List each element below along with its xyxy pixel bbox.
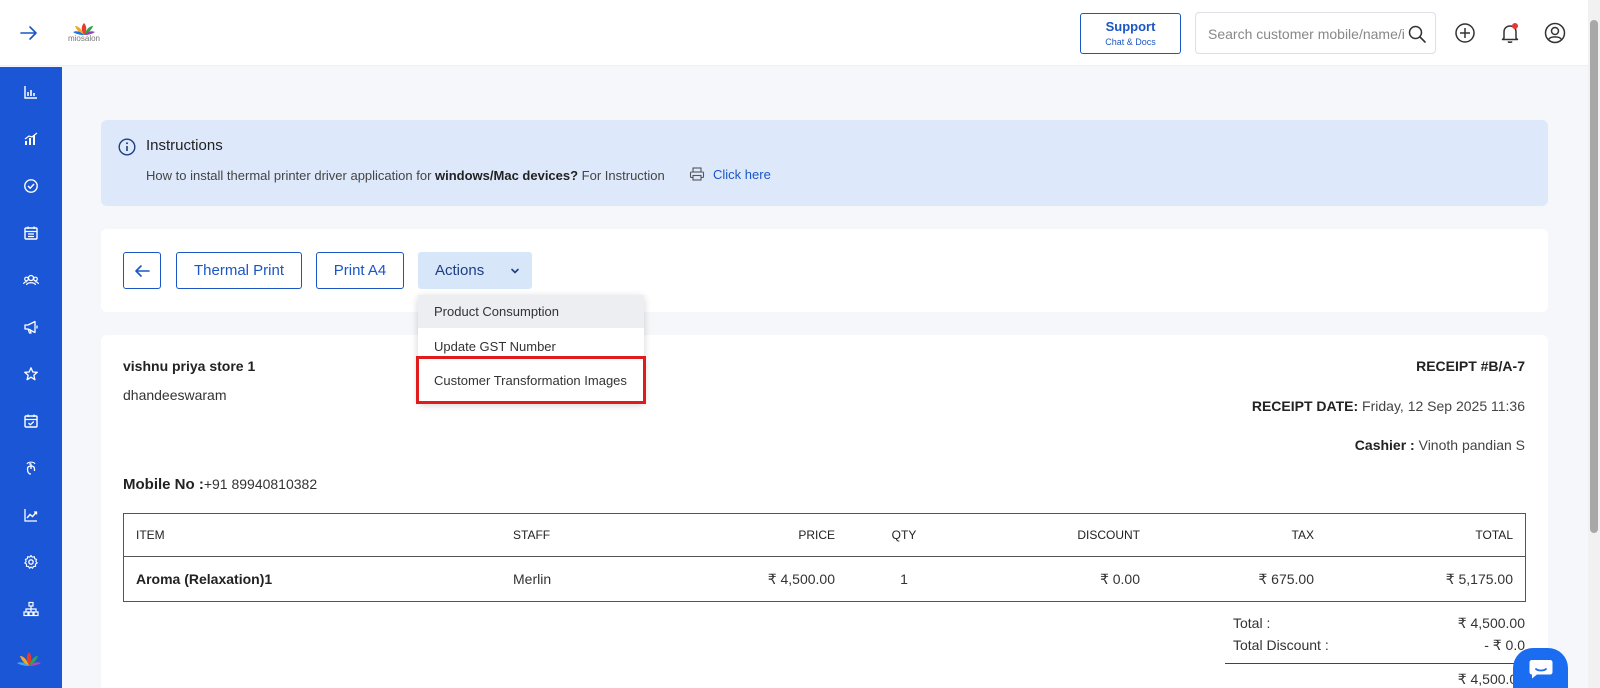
menu-item-customer-transformation-images[interactable]: Customer Transformation Images <box>418 364 644 397</box>
banner-text: How to install thermal printer driver ap… <box>146 168 665 183</box>
receipt-items-table: ITEM STAFF PRICE QTY DISCOUNT TAX TOTAL … <box>123 513 1526 602</box>
megaphone-icon[interactable] <box>19 315 43 339</box>
table-row: Aroma (Relaxation)1 Merlin ₹ 4,500.00 1 … <box>124 557 1525 601</box>
total-row: Total : ₹ 4,500.00 <box>1225 615 1525 637</box>
row-total: ₹ 5,175.00 <box>1445 570 1513 587</box>
customer-search <box>1195 12 1436 54</box>
org-chart-icon[interactable] <box>19 597 43 621</box>
star-icon[interactable] <box>19 362 43 386</box>
col-price: PRICE <box>798 528 835 542</box>
scrollbar-thumb[interactable] <box>1590 20 1598 533</box>
add-circle-icon[interactable] <box>1453 21 1477 45</box>
settings-icon[interactable] <box>19 550 43 574</box>
col-tax: TAX <box>1291 528 1314 542</box>
mobile-value: +91 89940810382 <box>203 476 318 492</box>
bar-chart-icon[interactable] <box>19 80 43 104</box>
row-qty: 1 <box>900 571 908 587</box>
receipt-number: RECEIPT #B/A-7 <box>1416 358 1525 374</box>
actions-label: Actions <box>435 262 485 279</box>
receipt-toolbar: Thermal Print Print A4 Actions <box>101 229 1548 312</box>
support-subtitle: Chat & Docs <box>1105 37 1156 47</box>
row-staff: Merlin <box>513 571 552 587</box>
customers-icon[interactable] <box>19 268 43 292</box>
mobile-label: Mobile No : <box>123 476 204 493</box>
col-discount: DISCOUNT <box>1077 528 1140 542</box>
check-circle-icon[interactable] <box>19 174 43 198</box>
banner-title: Instructions <box>146 137 223 154</box>
search-input[interactable] <box>1208 23 1404 45</box>
support-button[interactable]: Support Chat & Docs <box>1080 13 1181 54</box>
total-value: ₹ 4,500.00 <box>1457 615 1525 631</box>
miosalon-logo[interactable]: miosalon <box>62 22 106 46</box>
store-address: dhandeeswaram <box>123 387 227 403</box>
info-icon <box>118 138 136 156</box>
totals-section: Total : ₹ 4,500.00 Total Discount : - ₹ … <box>1225 615 1525 687</box>
totals-divider <box>1225 663 1525 664</box>
table-header-row: ITEM STAFF PRICE QTY DISCOUNT TAX TOTAL <box>124 514 1525 557</box>
top-bar: miosalon Support Chat & Docs <box>0 0 1600 66</box>
chat-icon <box>1529 660 1552 679</box>
menu-item-update-gst-number[interactable]: Update GST Number <box>418 330 644 363</box>
receipt-date: RECEIPT DATE: Friday, 12 Sep 2025 11:36 <box>1252 398 1525 414</box>
click-here-label: Click here <box>713 166 771 182</box>
receipt-date-value: Friday, 12 Sep 2025 11:36 <box>1358 398 1525 414</box>
banner-text-suffix: For Instruction <box>578 168 665 183</box>
support-title: Support <box>1105 19 1156 34</box>
click-here-link[interactable]: Click here <box>689 166 771 182</box>
total-discount-label: Total Discount : <box>1233 637 1329 653</box>
page-scrollbar[interactable] <box>1588 0 1600 688</box>
cashier: Cashier : Vinoth pandian S <box>1355 437 1525 453</box>
cashier-label: Cashier : <box>1354 437 1415 453</box>
col-total: TOTAL <box>1475 528 1513 542</box>
logo-text: miosalon <box>67 34 100 43</box>
instructions-banner: Instructions How to install thermal prin… <box>101 120 1548 206</box>
trend-icon[interactable] <box>19 503 43 527</box>
touch-icon[interactable] <box>19 456 43 480</box>
banner-text-bold: windows/Mac devices? <box>435 168 579 183</box>
sidebar <box>0 67 62 688</box>
calendar-check-icon[interactable] <box>19 409 43 433</box>
chevron-down-icon <box>511 268 520 274</box>
notification-bell-icon[interactable] <box>1498 21 1522 45</box>
lotus-logo-icon[interactable] <box>16 647 42 671</box>
print-a4-button[interactable]: Print A4 <box>316 252 404 289</box>
banner-text-prefix: How to install thermal printer driver ap… <box>146 168 436 183</box>
analytics-icon[interactable] <box>19 127 43 151</box>
col-item: ITEM <box>136 528 165 542</box>
total-discount-value: - ₹ 0.0 <box>1484 637 1525 653</box>
thermal-print-button[interactable]: Thermal Print <box>176 252 302 289</box>
actions-dropdown-button[interactable]: Actions <box>418 252 532 289</box>
row-price: ₹ 4,500.00 <box>767 570 835 587</box>
user-profile-icon[interactable] <box>1543 21 1567 45</box>
cashier-value: Vinoth pandian S <box>1414 437 1525 453</box>
col-qty: QTY <box>891 528 917 542</box>
row-item: Aroma (Relaxation)1 <box>136 571 273 587</box>
menu-item-product-consumption[interactable]: Product Consumption <box>418 295 644 328</box>
search-icon[interactable] <box>1407 24 1427 44</box>
total-discount-row: Total Discount : - ₹ 0.0 <box>1225 637 1525 659</box>
back-button[interactable] <box>123 252 161 289</box>
customer-mobile: Mobile No :+91 89940810382 <box>123 476 317 493</box>
arrow-left-icon <box>135 264 150 277</box>
total-label: Total : <box>1233 615 1271 631</box>
arrow-right-icon[interactable] <box>18 22 44 44</box>
row-discount: ₹ 0.00 <box>1099 570 1140 587</box>
receipt-date-label: RECEIPT DATE: <box>1251 398 1359 414</box>
row-tax: ₹ 675.00 <box>1258 570 1314 587</box>
actions-menu: Product Consumption Update GST Number Cu… <box>418 295 644 403</box>
calendar-icon[interactable] <box>19 221 43 245</box>
receipt-card: vishnu priya store 1 dhandeeswaram Mobil… <box>101 335 1548 688</box>
printer-icon <box>689 167 705 181</box>
chat-widget-button[interactable] <box>1513 648 1568 688</box>
col-staff: STAFF <box>513 528 551 542</box>
store-name: vishnu priya store 1 <box>123 358 256 374</box>
